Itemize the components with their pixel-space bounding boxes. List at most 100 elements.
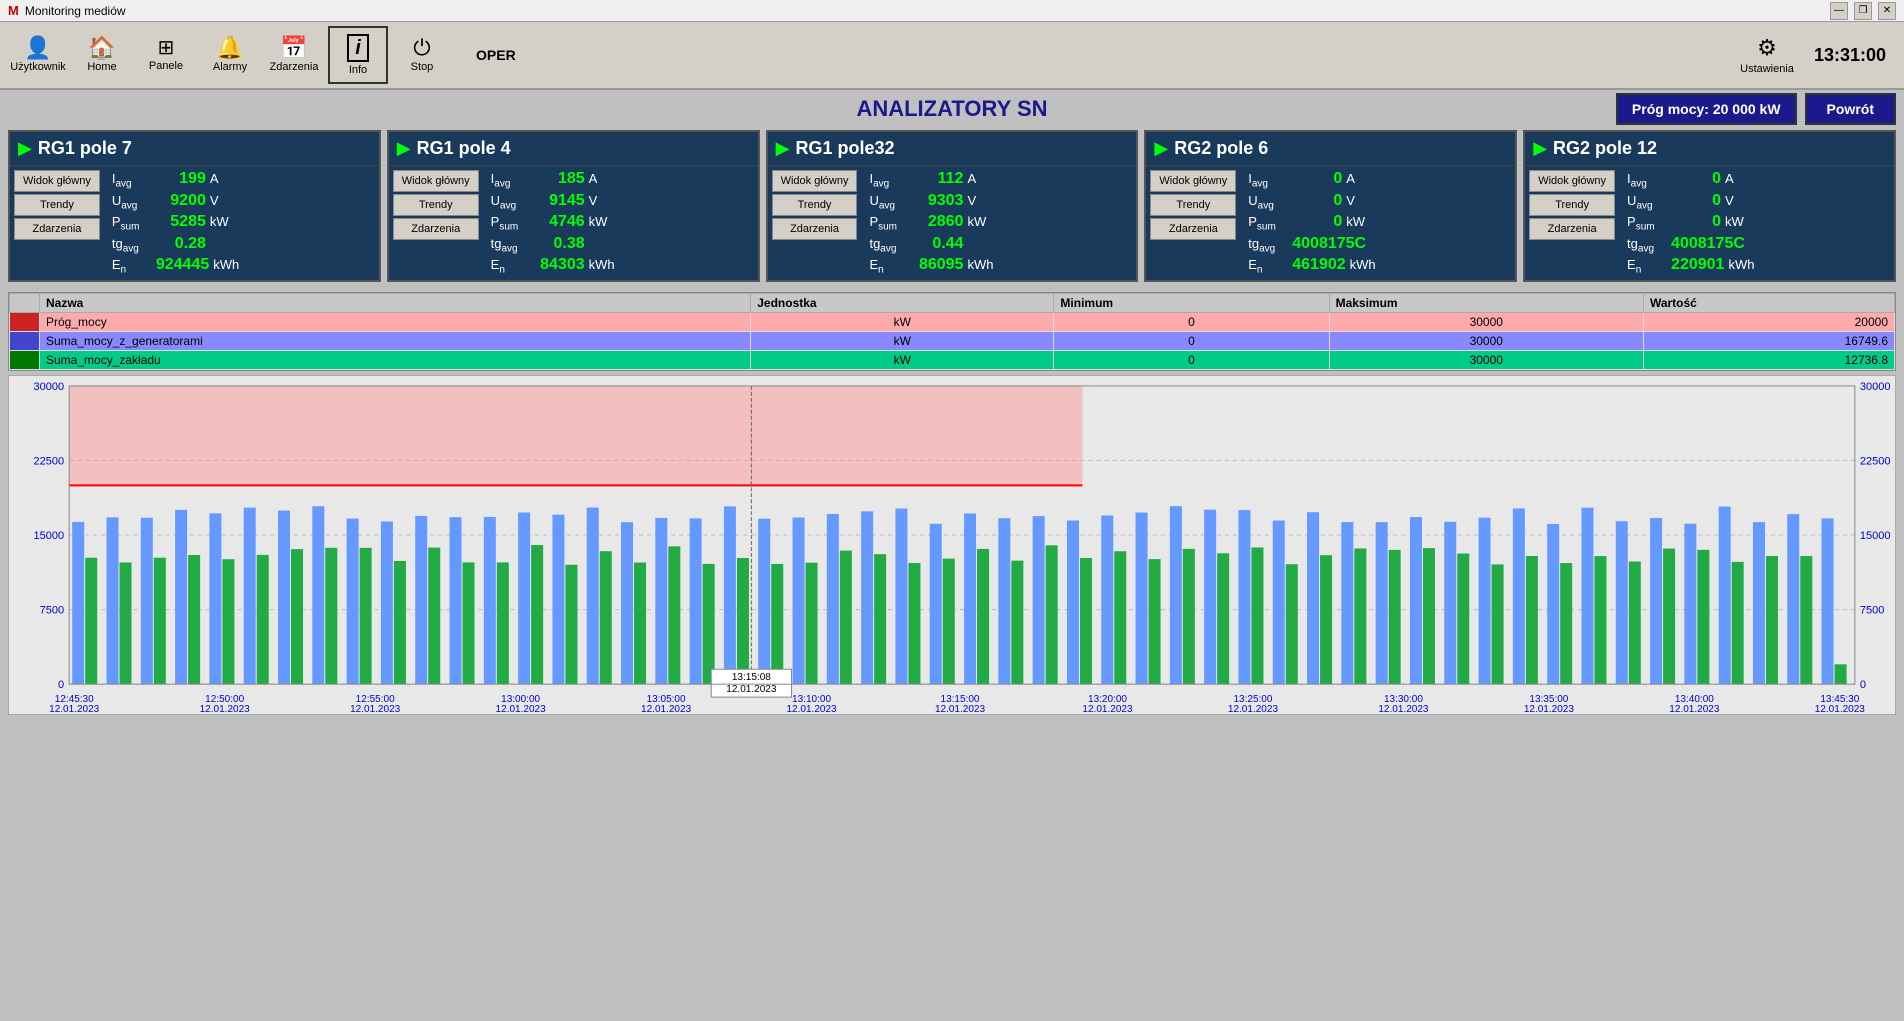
bar-green [154, 558, 166, 685]
prog-mocy-box: Próg mocy: 20 000 kW [1616, 93, 1797, 125]
bar-blue [1204, 510, 1216, 685]
metric-label: Iavg [1248, 171, 1288, 190]
analyzer-body: Widok głównyTrendyZdarzeniaIavg0AUavg0VP… [1525, 166, 1894, 280]
svg-text:30000: 30000 [1860, 381, 1891, 393]
data-table-container: Nazwa Jednostka Minimum Maksimum Wartość… [8, 292, 1896, 371]
analyzer-btn-trendy[interactable]: Trendy [14, 194, 100, 216]
toolbar-zdarzenia[interactable]: 📅 Zdarzenia [264, 26, 324, 84]
metric-value: 924445 [156, 256, 209, 274]
svg-text:15000: 15000 [1860, 530, 1891, 542]
data-row: tgavg0.38 [491, 235, 750, 255]
toolbar-alarmy[interactable]: 🔔 Alarmy [200, 26, 260, 84]
svg-text:15000: 15000 [34, 530, 65, 542]
analyzer-btn-trendy[interactable]: Trendy [772, 194, 858, 216]
bar-blue [1479, 518, 1491, 684]
toolbar-stop[interactable]: ⏻ Stop [392, 26, 452, 84]
metric-unit: V [589, 193, 598, 208]
bar-green [771, 564, 783, 684]
panels-icon: ⊞ [158, 38, 175, 58]
bar-green [1423, 548, 1435, 684]
analyzer-body: Widok głównyTrendyZdarzeniaIavg0AUavg0VP… [1146, 166, 1515, 280]
bar-blue [724, 506, 736, 684]
svg-text:13:15:08: 13:15:08 [732, 672, 771, 683]
metric-label: En [491, 257, 531, 276]
col-header-color [10, 293, 40, 312]
col-header-minimum: Minimum [1054, 293, 1329, 312]
analyzer-btn-widok-główny[interactable]: Widok główny [772, 170, 858, 192]
metric-unit: V [1725, 193, 1734, 208]
analyzer-btn-trendy[interactable]: Trendy [393, 194, 479, 216]
col-header-nazwa: Nazwa [40, 293, 751, 312]
metric-label: Iavg [112, 171, 152, 190]
analyzer-btn-widok-główny[interactable]: Widok główny [14, 170, 100, 192]
bar-blue [415, 516, 427, 684]
bar-blue [930, 524, 942, 684]
row-unit: kW [751, 331, 1054, 350]
title-bar: M Monitoring mediów — ❐ ✕ [0, 0, 1904, 22]
settings-button[interactable]: ⚙ Ustawienia [1740, 35, 1794, 75]
restore-button[interactable]: ❐ [1854, 2, 1872, 20]
home-icon: 🏠 [88, 37, 115, 59]
svg-text:12.01.2023: 12.01.2023 [1378, 704, 1429, 714]
svg-text:12.01.2023: 12.01.2023 [496, 704, 547, 714]
analyzer-btn-trendy[interactable]: Trendy [1150, 194, 1236, 216]
bar-blue [1101, 516, 1113, 685]
chart-container: 30000 22500 15000 7500 0 30000 22500 150… [8, 375, 1896, 715]
data-row: Psum2860kW [869, 213, 1128, 233]
minimize-button[interactable]: — [1830, 2, 1848, 20]
analyzer-btn-zdarzenia[interactable]: Zdarzenia [1150, 218, 1236, 240]
data-row: Psum4746kW [491, 213, 750, 233]
bar-green [1457, 553, 1469, 684]
data-row: tgavg4008175C [1627, 235, 1886, 255]
analyzer-btn-zdarzenia[interactable]: Zdarzenia [772, 218, 858, 240]
analyzer-btn-zdarzenia[interactable]: Zdarzenia [14, 218, 100, 240]
svg-text:12.01.2023: 12.01.2023 [935, 704, 986, 714]
metric-label: Iavg [869, 171, 909, 190]
bar-blue [621, 522, 633, 684]
data-row: tgavg4008175C [1248, 235, 1507, 255]
bar-green [908, 563, 920, 684]
play-icon: ▶ [776, 138, 790, 159]
analyzer-btn-trendy[interactable]: Trendy [1529, 194, 1615, 216]
bar-blue [278, 511, 290, 685]
bar-blue [1307, 512, 1319, 684]
analyzer-btn-widok-główny[interactable]: Widok główny [1529, 170, 1615, 192]
svg-text:12.01.2023: 12.01.2023 [350, 704, 401, 714]
row-unit: kW [751, 350, 1054, 369]
powrot-button[interactable]: Powrót [1805, 93, 1896, 125]
close-button[interactable]: ✕ [1878, 2, 1896, 20]
toolbar-home[interactable]: 🏠 Home [72, 26, 132, 84]
table-row: Próg_mocy kW 0 30000 20000 [10, 312, 1895, 331]
bar-blue [552, 515, 564, 684]
data-row: Iavg112A [869, 170, 1128, 190]
analyzer-header-rg1p32: ▶RG1 pole32 [768, 132, 1137, 166]
bar-green [497, 562, 509, 684]
bar-green [463, 562, 475, 684]
metric-label: En [1627, 257, 1667, 276]
metric-value: 9200 [156, 192, 206, 210]
row-min: 0 [1054, 312, 1329, 331]
data-row: En220901kWh [1627, 256, 1886, 276]
bar-blue [1616, 521, 1628, 684]
bar-blue [1410, 517, 1422, 684]
toolbar-panele[interactable]: ⊞ Panele [136, 26, 196, 84]
metric-value: 0.44 [913, 235, 963, 253]
svg-text:12.01.2023: 12.01.2023 [641, 704, 692, 714]
toolbar-panele-label: Panele [149, 60, 183, 72]
metric-value: 2860 [913, 213, 963, 231]
analyzer-btn-zdarzenia[interactable]: Zdarzenia [1529, 218, 1615, 240]
analyzer-btn-widok-główny[interactable]: Widok główny [1150, 170, 1236, 192]
analyzer-btn-zdarzenia[interactable]: Zdarzenia [393, 218, 479, 240]
metric-unit: kW [589, 214, 608, 229]
toolbar: 👤 Użytkownik 🏠 Home ⊞ Panele 🔔 Alarmy 📅 … [0, 22, 1904, 90]
toolbar-uzytkownik[interactable]: 👤 Użytkownik [8, 26, 68, 84]
bar-green [1492, 564, 1504, 684]
bar-blue [861, 511, 873, 684]
row-value: 16749.6 [1643, 331, 1894, 350]
toolbar-info[interactable]: i Info [328, 26, 388, 84]
svg-text:12.01.2023: 12.01.2023 [1228, 704, 1279, 714]
analyzer-btn-widok-główny[interactable]: Widok główny [393, 170, 479, 192]
bar-blue [1581, 508, 1593, 685]
gear-icon: ⚙ [1757, 35, 1777, 61]
row-min: 0 [1054, 331, 1329, 350]
